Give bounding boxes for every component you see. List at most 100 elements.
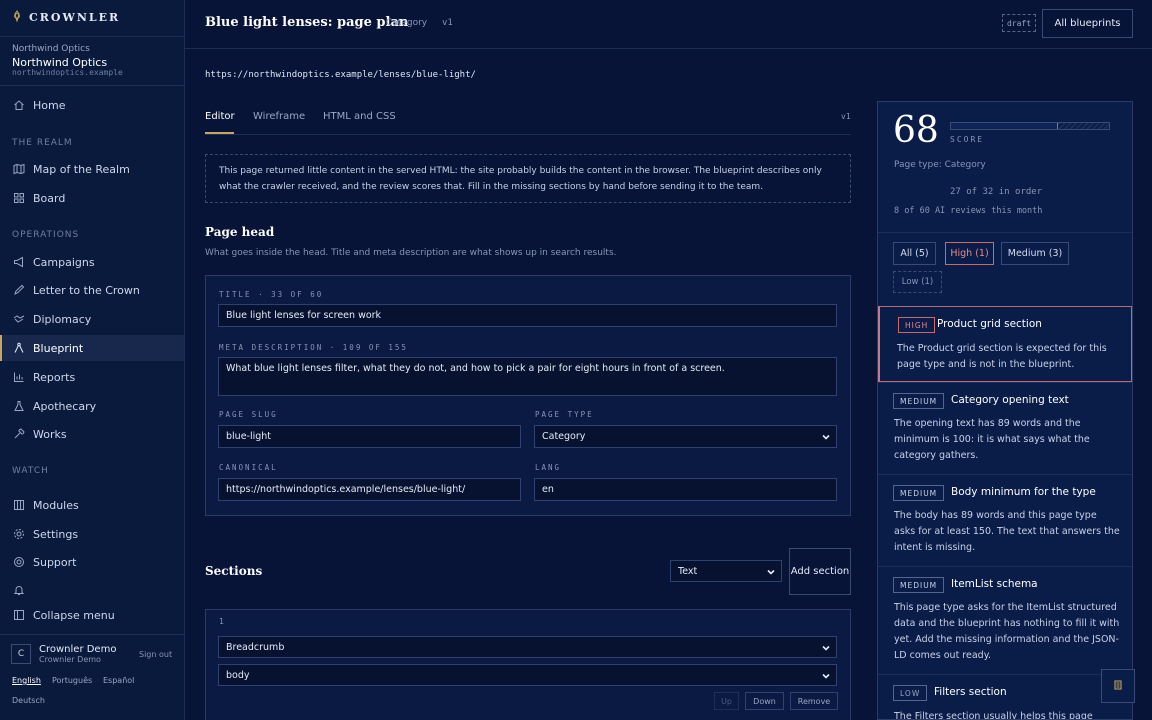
nav-label: Board — [33, 191, 66, 205]
move-down-button[interactable]: Down — [745, 692, 784, 710]
nav-diplomacy[interactable]: Diplomacy — [0, 306, 184, 332]
tab-wireframe[interactable]: Wireframe — [253, 111, 305, 122]
section-type-select[interactable]: Text — [670, 560, 782, 582]
nav-section-watch: WATCH — [12, 466, 49, 476]
severity-badge: MEDIUM — [893, 393, 945, 409]
issue-item[interactable]: MEDIUM ItemList schema This page type as… — [878, 566, 1132, 674]
section-placement-value: body — [226, 669, 250, 681]
gear-icon — [12, 528, 25, 541]
page-head-subtitle: What goes inside the head. Title and met… — [205, 248, 617, 258]
lang-input[interactable]: en — [534, 478, 837, 501]
avatar[interactable]: C — [11, 644, 31, 664]
chevron-down-icon — [821, 643, 831, 653]
section-kind-value: Breadcrumb — [226, 641, 285, 653]
divider — [0, 36, 184, 37]
panel-page-type: Page type: Category — [894, 160, 986, 170]
collapse-menu-button[interactable]: Collapse menu — [0, 602, 184, 628]
tab-html-css[interactable]: HTML and CSS — [323, 111, 396, 122]
move-up-button[interactable]: Up — [714, 692, 739, 710]
brand[interactable]: CROWNLER — [11, 10, 120, 25]
score-bar — [950, 122, 1110, 130]
user-workspace: Crownler Demo — [39, 655, 101, 664]
section-kind-select[interactable]: Breadcrumb — [218, 636, 837, 658]
divider — [185, 48, 1152, 49]
add-section-button[interactable]: Add section — [789, 548, 851, 595]
flask-icon — [12, 400, 25, 413]
review-panel: 68 SCORE Page type: Category 27 of 32 in… — [877, 101, 1133, 720]
issue-item[interactable]: MEDIUM Category opening text The opening… — [878, 382, 1132, 474]
page-type-field-label: PAGE TYPE — [535, 410, 594, 419]
nav-label: Support — [33, 555, 77, 569]
lang-portuguese[interactable]: Português — [52, 676, 92, 685]
issue-title: Body minimum for the type — [951, 486, 1096, 498]
filter-medium[interactable]: Medium (3) — [1001, 242, 1069, 265]
section-index: 1 — [219, 617, 224, 626]
all-blueprints-button[interactable]: All blueprints — [1042, 9, 1133, 38]
notifications-button[interactable] — [0, 577, 184, 603]
lang-german[interactable]: Deutsch — [12, 696, 45, 705]
remove-section-button[interactable]: Remove — [790, 692, 838, 710]
nav-blueprint[interactable]: Blueprint — [0, 335, 184, 361]
divider — [0, 634, 184, 635]
issue-description: The opening text has 89 words and the mi… — [894, 418, 1090, 461]
severity-badge: MEDIUM — [893, 485, 945, 501]
org-domain: northwindoptics.example — [12, 68, 123, 77]
nav-letter[interactable]: Letter to the Crown — [0, 277, 184, 303]
nav-label: Letter to the Crown — [33, 283, 140, 297]
slug-input[interactable]: blue-light — [218, 425, 521, 448]
severity-badge: HIGH — [898, 317, 936, 333]
issue-description: The body has 89 words and this page type… — [894, 510, 1120, 553]
nav-label: Modules — [33, 498, 79, 512]
nav-home[interactable]: Home — [0, 92, 184, 118]
assistant-button[interactable] — [1101, 669, 1135, 703]
issue-description: The Product grid section is expected for… — [897, 343, 1107, 370]
board-icon — [12, 192, 25, 205]
issue-item[interactable]: LOW Filters section The Filters section … — [878, 674, 1132, 719]
chart-icon — [12, 371, 25, 384]
meta-description-textarea[interactable]: What blue light lenses filter, what they… — [218, 357, 837, 396]
megaphone-icon — [12, 256, 25, 269]
nav-support[interactable]: Support — [0, 549, 184, 575]
canonical-input[interactable]: https://northwindoptics.example/lenses/b… — [218, 478, 521, 501]
nav-settings[interactable]: Settings — [0, 521, 184, 547]
sign-out-link[interactable]: Sign out — [139, 650, 172, 659]
page-type-select[interactable]: Category — [534, 425, 837, 448]
issue-item[interactable]: MEDIUM Body minimum for the type The bod… — [878, 474, 1132, 566]
divider — [0, 85, 184, 86]
nav-board[interactable]: Board — [0, 185, 184, 211]
issue-title: Category opening text — [951, 394, 1069, 406]
brand-name: CROWNLER — [29, 11, 121, 24]
home-icon — [12, 99, 25, 112]
page-head-title: Page head — [205, 225, 275, 239]
page-type-label: Category — [386, 18, 428, 28]
sections-title: Sections — [205, 564, 263, 578]
nav-label: Campaigns — [33, 255, 95, 269]
tab-version: v1 — [841, 112, 851, 121]
nav-map[interactable]: Map of the Realm — [0, 156, 184, 182]
filter-low[interactable]: Low (1) — [893, 271, 942, 293]
nav-works[interactable]: Works — [0, 421, 184, 447]
title-input[interactable]: Blue light lenses for screen work — [218, 304, 837, 327]
filter-high[interactable]: High (1) — [945, 242, 994, 265]
user-name: Crownler Demo — [39, 644, 117, 655]
nav-section-realm: THE REALM — [12, 138, 73, 148]
nav-modules[interactable]: Modules — [0, 492, 184, 518]
lang-label: LANG — [535, 463, 562, 472]
page-url: https://northwindoptics.example/lenses/b… — [205, 70, 476, 80]
nav-campaigns[interactable]: Campaigns — [0, 249, 184, 275]
lang-spanish[interactable]: Español — [103, 676, 134, 685]
tab-editor[interactable]: Editor — [205, 111, 235, 122]
sidebar: CROWNLER Northwind Optics Northwind Opti… — [0, 0, 185, 720]
compass-icon — [12, 342, 25, 355]
canonical-label: CANONICAL — [219, 463, 278, 472]
crown-icon — [1111, 678, 1125, 695]
section-placement-select[interactable]: body — [218, 664, 837, 686]
filter-all[interactable]: All (5) — [893, 242, 936, 265]
lang-english[interactable]: English — [12, 676, 41, 685]
order-count: 27 of 32 in order — [950, 187, 1043, 197]
issue-item[interactable]: HIGH Product grid section The Product gr… — [878, 306, 1132, 382]
nav-reports[interactable]: Reports — [0, 364, 184, 390]
client-render-notice: This page returned little content in the… — [205, 154, 851, 203]
nav-label: Diplomacy — [33, 312, 92, 326]
nav-apothecary[interactable]: Apothecary — [0, 393, 184, 419]
